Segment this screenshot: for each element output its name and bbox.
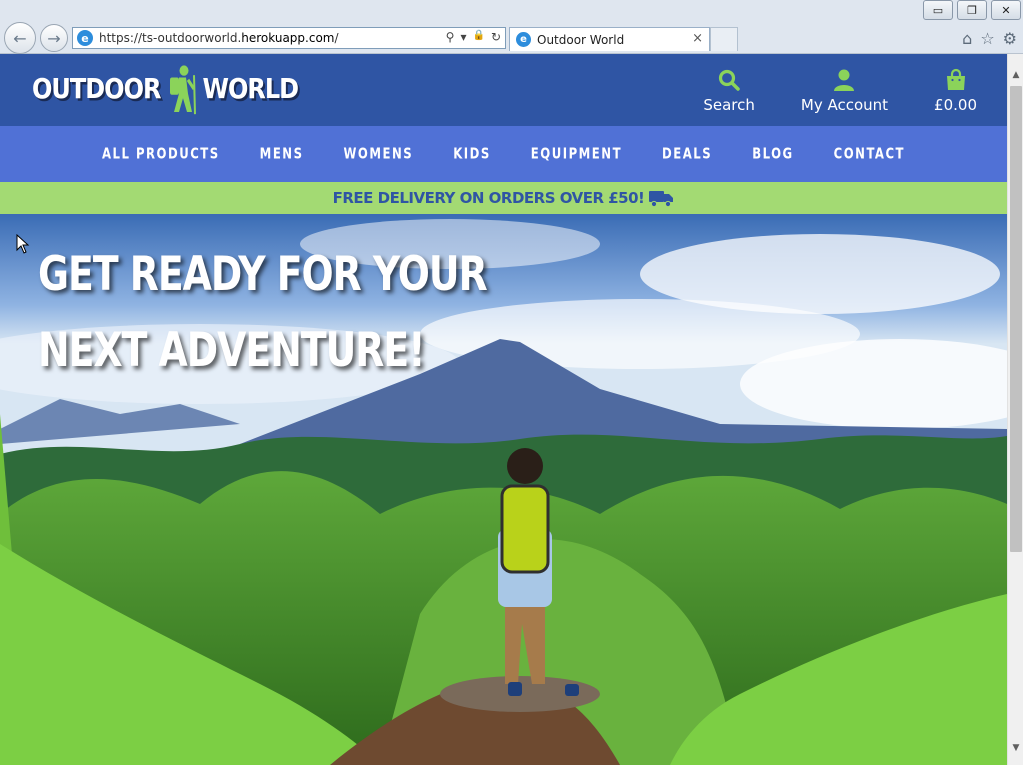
shopping-bag-icon <box>946 68 965 90</box>
basket-button[interactable]: £0.00 <box>934 68 977 114</box>
url-suffix: / <box>334 31 339 45</box>
search-label: Search <box>703 96 755 114</box>
home-icon[interactable]: ⌂ <box>962 29 972 48</box>
tab-close-icon[interactable]: × <box>692 31 703 46</box>
back-button[interactable]: ← <box>4 22 36 54</box>
search-icon[interactable]: ⚲ <box>446 30 455 44</box>
tab-outdoor-world[interactable]: e Outdoor World × <box>509 27 710 51</box>
ie-logo-icon: e <box>77 30 93 46</box>
site-logo[interactable]: OUTDOOR WORLD <box>32 60 299 118</box>
refresh-icon[interactable]: ↻ <box>491 30 501 44</box>
header-search-button[interactable]: Search <box>703 68 755 114</box>
page-scrollbar[interactable]: ▲ ▼ <box>1007 54 1023 765</box>
hero-headline: GET READY FOR YOUR NEXT ADVENTURE! <box>38 236 488 388</box>
scroll-up-arrow-icon[interactable]: ▲ <box>1008 66 1023 84</box>
basket-total: £0.00 <box>934 96 977 114</box>
nav-deals[interactable]: DEALS <box>662 145 712 162</box>
header-actions: Search My Account £0.00 <box>703 68 977 114</box>
main-navigation: ALL PRODUCTS MENS WOMENS KIDS EQUIPMENT … <box>0 126 1007 182</box>
nav-blog[interactable]: BLOG <box>752 145 793 162</box>
nav-equipment[interactable]: EQUIPMENT <box>531 145 622 162</box>
browser-chrome: ▭ ❐ ✕ ← → e https://ts-outdoorworld. hero… <box>0 0 1023 54</box>
settings-icon[interactable]: ⚙ <box>1003 29 1017 48</box>
my-account-label: My Account <box>800 96 889 114</box>
ie-logo-icon: e <box>516 32 531 47</box>
url-prefix: https://ts-outdoorworld. <box>99 31 242 45</box>
new-tab-button[interactable] <box>710 27 738 51</box>
hero-banner: GET READY FOR YOUR NEXT ADVENTURE! <box>0 214 1007 765</box>
scroll-down-arrow-icon[interactable]: ▼ <box>1008 739 1023 757</box>
logo-text-left: OUTDOOR <box>32 72 161 106</box>
mouse-cursor-icon <box>16 234 30 254</box>
window-controls: ▭ ❐ ✕ <box>919 0 1023 22</box>
web-page: OUTDOOR WORLD Search My Account £0.00 AL… <box>0 54 1007 765</box>
nav-mens[interactable]: MENS <box>260 145 304 162</box>
address-bar[interactable]: e https://ts-outdoorworld. herokuapp.com /… <box>72 27 506 49</box>
url-host: herokuapp.com <box>241 31 335 45</box>
hero-headline-line-2: NEXT ADVENTURE! <box>38 322 425 378</box>
close-window-button[interactable]: ✕ <box>991 0 1021 20</box>
nav-all-products[interactable]: ALL PRODUCTS <box>102 145 220 162</box>
free-delivery-banner[interactable]: FREE DELIVERY ON ORDERS OVER £50! <box>0 182 1007 214</box>
truck-icon <box>649 191 674 207</box>
forward-button[interactable]: → <box>40 24 68 52</box>
browser-toolbar-icons: ⌂ ☆ ⚙ <box>962 29 1017 48</box>
nav-contact[interactable]: CONTACT <box>834 145 905 162</box>
restore-button[interactable]: ❐ <box>957 0 987 20</box>
logo-text-right: WORLD <box>202 72 299 106</box>
site-header: OUTDOOR WORLD Search My Account £0.00 <box>0 54 1007 126</box>
tab-title: Outdoor World <box>537 32 625 47</box>
nav-kids[interactable]: KIDS <box>453 145 491 162</box>
back-arrow-icon: ← <box>13 28 27 48</box>
promo-text: FREE DELIVERY ON ORDERS OVER £50! <box>332 189 645 207</box>
dropdown-icon[interactable]: ▾ <box>460 30 466 44</box>
minimize-button[interactable]: ▭ <box>923 0 953 20</box>
user-icon <box>834 69 855 91</box>
lock-icon[interactable]: 🔒 <box>472 30 484 44</box>
hero-headline-line-1: GET READY FOR YOUR <box>38 246 488 301</box>
search-icon <box>719 69 740 91</box>
scrollbar-thumb[interactable] <box>1010 86 1022 552</box>
forward-arrow-icon: → <box>47 28 61 48</box>
my-account-button[interactable]: My Account <box>801 68 888 114</box>
hiker-logo-icon <box>170 65 197 115</box>
favorites-icon[interactable]: ☆ <box>980 29 994 48</box>
nav-womens[interactable]: WOMENS <box>344 145 414 162</box>
